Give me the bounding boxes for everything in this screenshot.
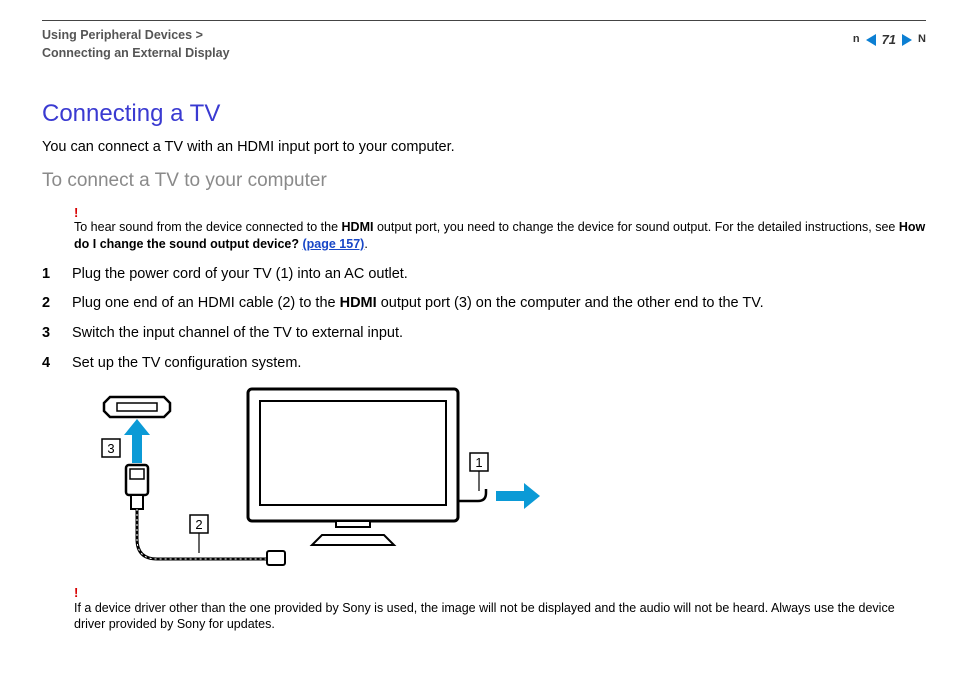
- note1-text-b: output port, you need to change the devi…: [373, 220, 898, 234]
- pager-next-icon[interactable]: [902, 34, 912, 46]
- breadcrumb-line1: Using Peripheral Devices: [42, 28, 192, 42]
- step-1: 1 Plug the power cord of your TV (1) int…: [42, 265, 926, 285]
- step-2: 2 Plug one end of an HDMI cable (2) to t…: [42, 294, 926, 314]
- tv-icon: [248, 389, 486, 545]
- hdmi-port-icon: [104, 397, 170, 417]
- breadcrumb-sep: >: [196, 28, 203, 42]
- step-text: Plug the power cord of your TV (1) into …: [72, 265, 408, 285]
- warning-icon: !: [74, 584, 926, 602]
- pager-prev-icon[interactable]: [866, 34, 876, 46]
- arrow-right-icon: [496, 483, 540, 509]
- page-title: Connecting a TV: [42, 98, 926, 130]
- page-number: 71: [882, 31, 896, 49]
- step-text: Switch the input channel of the TV to ex…: [72, 324, 403, 344]
- svg-text:3: 3: [107, 441, 114, 456]
- diagram-label-1: 1: [470, 453, 488, 491]
- step-4: 4 Set up the TV configuration system.: [42, 354, 926, 374]
- step-num: 1: [42, 265, 58, 285]
- note1-text-a: To hear sound from the device connected …: [74, 220, 342, 234]
- svg-text:1: 1: [475, 455, 482, 470]
- diagram-svg: 3 2: [82, 383, 562, 573]
- step-3: 3 Switch the input channel of the TV to …: [42, 324, 926, 344]
- diagram-label-2: 2: [190, 515, 208, 553]
- breadcrumb: Using Peripheral Devices > Connecting an…: [42, 27, 230, 62]
- diagram-label-3: 3: [102, 439, 120, 457]
- note-sound: ! To hear sound from the device connecte…: [74, 204, 926, 253]
- page-157-link[interactable]: (page 157): [303, 237, 365, 251]
- arrow-up-icon: [124, 419, 150, 463]
- note1-hdmi: HDMI: [342, 220, 374, 234]
- note-driver: ! If a device driver other than the one …: [74, 584, 926, 633]
- step-text: Set up the TV configuration system.: [72, 354, 301, 374]
- step-num: 3: [42, 324, 58, 344]
- pager: n 71 N: [853, 31, 926, 49]
- step2-hdmi: HDMI: [340, 295, 377, 311]
- pager-n-right: N: [918, 32, 926, 47]
- document-page: Using Peripheral Devices > Connecting an…: [0, 0, 954, 653]
- svg-text:2: 2: [195, 517, 202, 532]
- note1-dot: .: [364, 237, 367, 251]
- section-subhead: To connect a TV to your computer: [42, 168, 926, 194]
- connection-diagram: 3 2: [82, 383, 926, 578]
- step2-b: output port (3) on the computer and the …: [377, 295, 764, 311]
- note2-text: If a device driver other than the one pr…: [74, 601, 895, 632]
- top-rule: [42, 20, 926, 21]
- intro-text: You can connect a TV with an HDMI input …: [42, 138, 926, 158]
- step2-a: Plug one end of an HDMI cable (2) to the: [72, 295, 340, 311]
- header-row: Using Peripheral Devices > Connecting an…: [42, 27, 926, 62]
- step-num: 2: [42, 294, 58, 314]
- warning-icon: !: [74, 204, 926, 222]
- step-text: Plug one end of an HDMI cable (2) to the…: [72, 294, 764, 314]
- breadcrumb-line2: Connecting an External Display: [42, 46, 230, 60]
- step-num: 4: [42, 354, 58, 374]
- pager-n-left: n: [853, 32, 860, 47]
- steps-list: 1 Plug the power cord of your TV (1) int…: [42, 265, 926, 373]
